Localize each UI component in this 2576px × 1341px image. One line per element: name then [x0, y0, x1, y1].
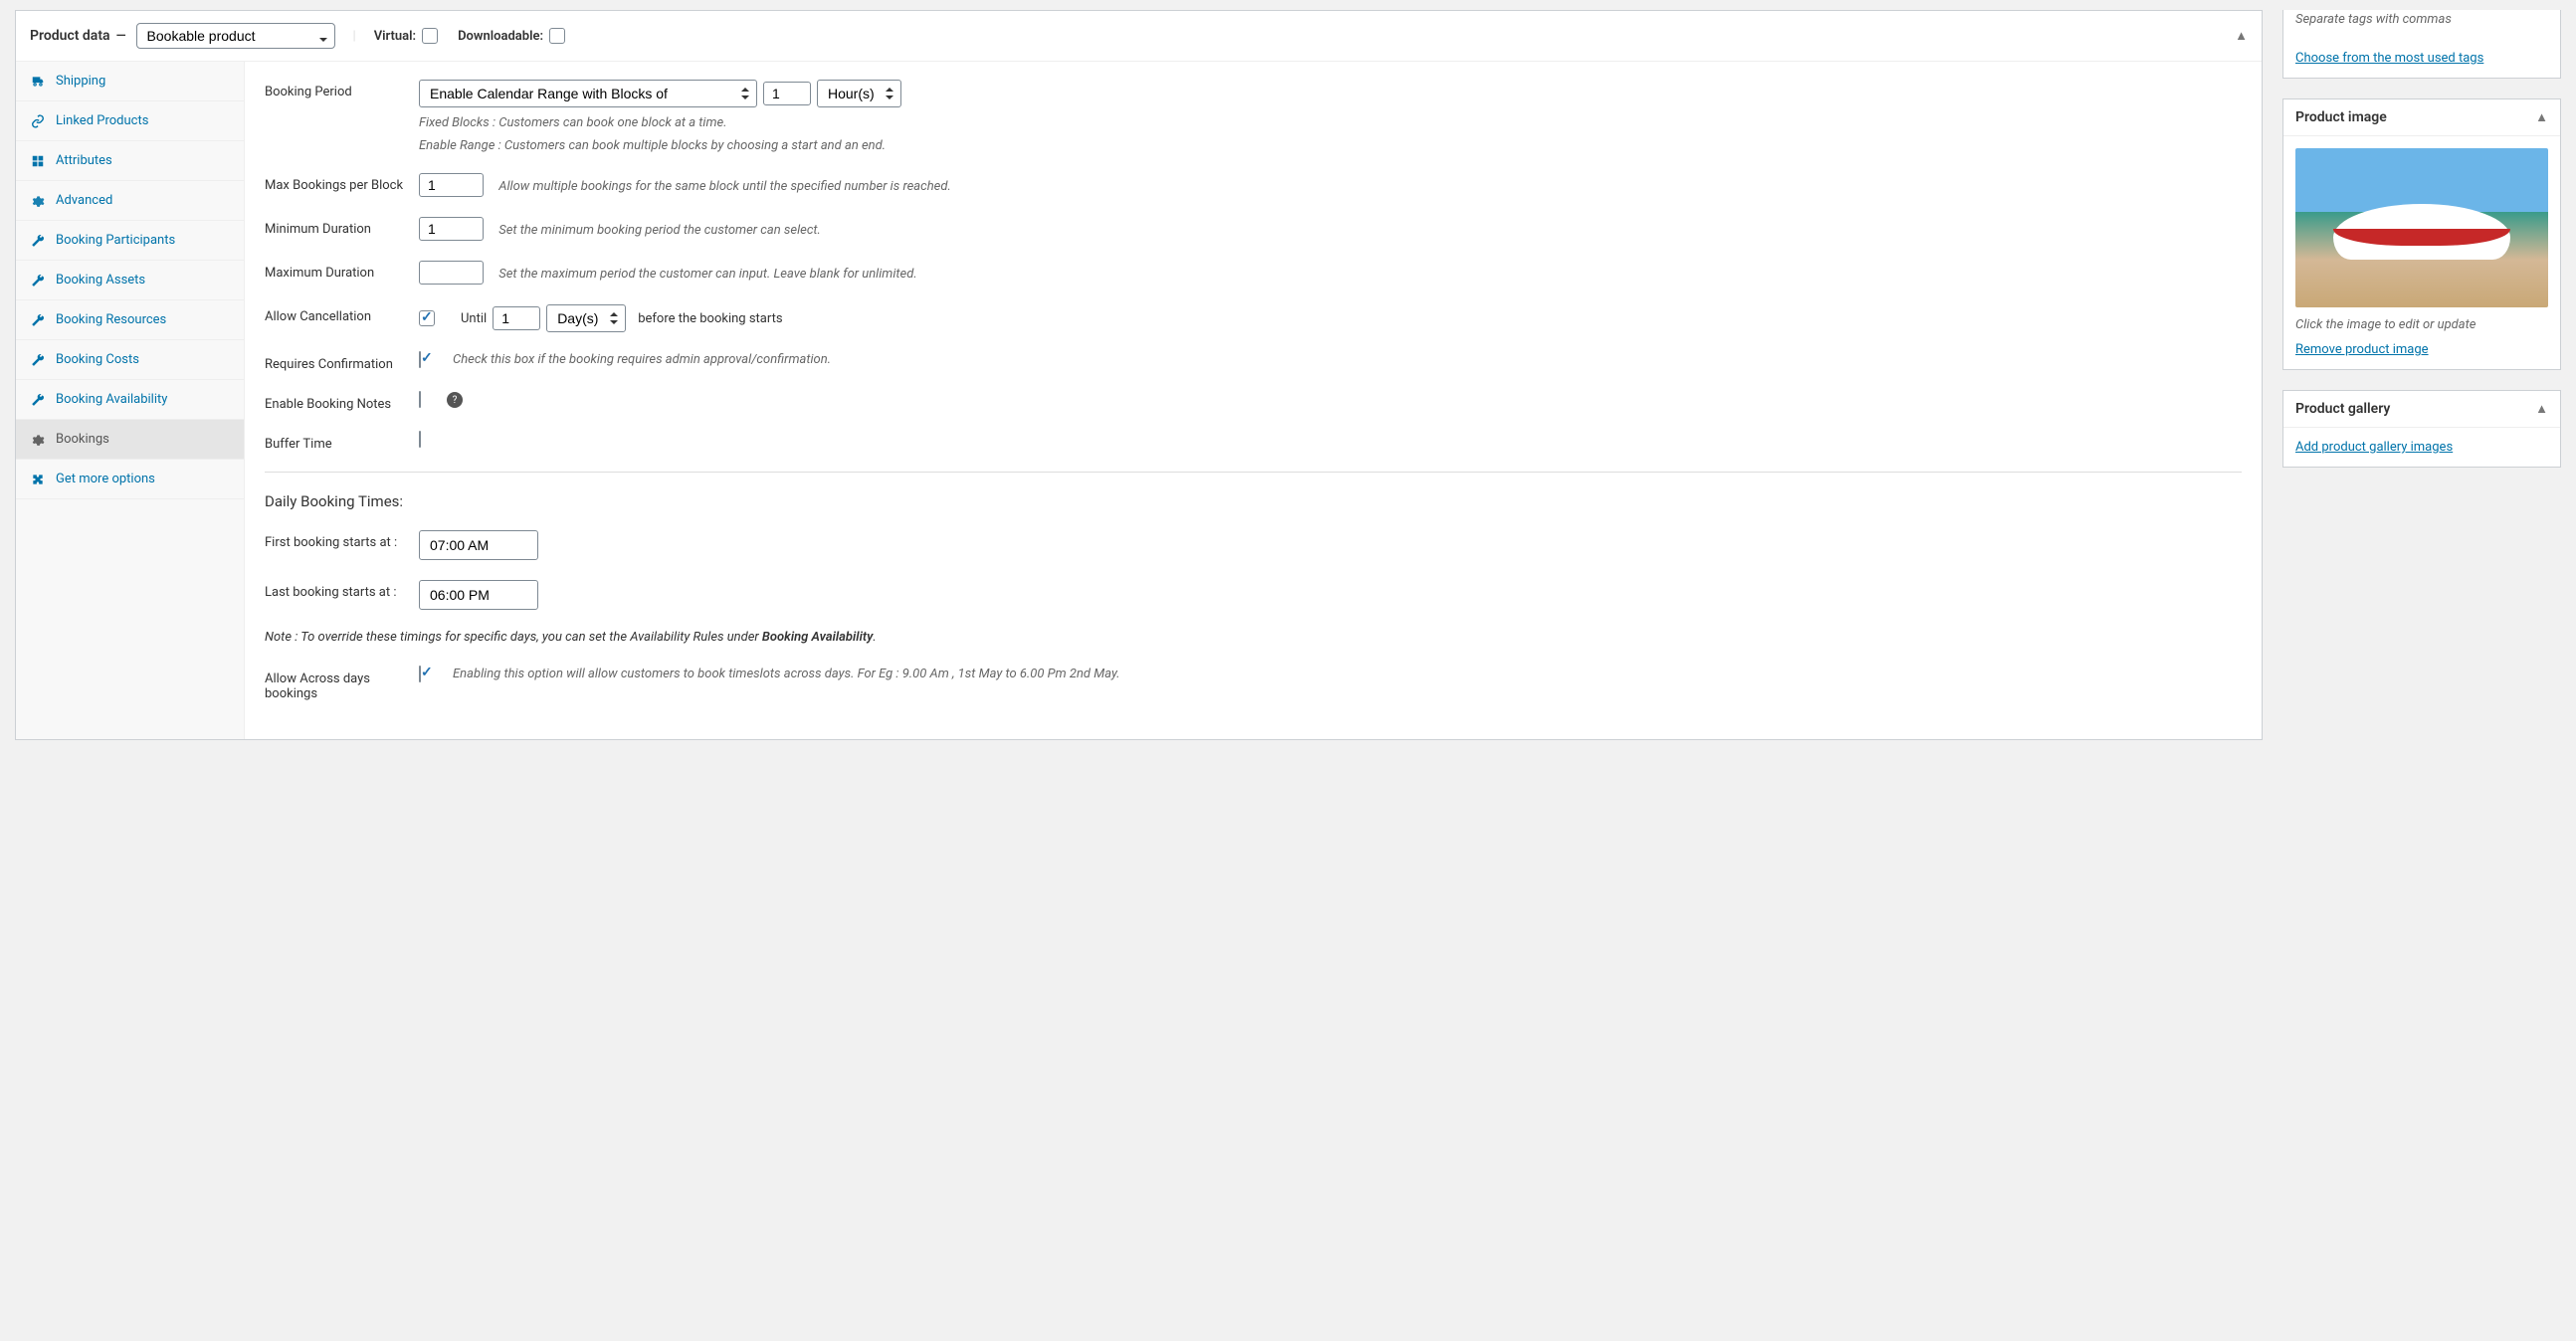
downloadable-checkbox[interactable] — [549, 28, 565, 44]
max-duration-input[interactable] — [419, 261, 484, 285]
tab-label: Booking Availability — [56, 392, 167, 407]
requires-confirm-label: Requires Confirmation — [265, 352, 419, 372]
gear-icon — [30, 194, 46, 208]
requires-confirm-checkbox[interactable] — [419, 351, 421, 368]
tab-label: Get more options — [56, 472, 155, 486]
grid-icon — [30, 154, 46, 168]
booking-period-select[interactable]: Enable Calendar Range with Blocks of — [419, 80, 757, 107]
tab-content-bookings: Booking Period Enable Calendar Range wit… — [245, 62, 2262, 739]
tab-label: Attributes — [56, 153, 112, 168]
max-duration-label: Maximum Duration — [265, 261, 419, 281]
wrench-icon — [30, 313, 46, 327]
tab-booking-participants[interactable]: Booking Participants — [16, 221, 244, 261]
tab-label: Booking Participants — [56, 233, 175, 248]
wrench-icon — [30, 393, 46, 407]
booking-period-unit-select[interactable]: Hour(s) — [817, 80, 901, 107]
buffer-time-label: Buffer Time — [265, 432, 419, 452]
max-bookings-label: Max Bookings per Block — [265, 173, 419, 193]
panel-collapse-icon[interactable]: ▲ — [2235, 28, 2248, 44]
collapse-icon[interactable]: ▲ — [2535, 109, 2548, 125]
allow-cancel-checkbox[interactable] — [419, 310, 435, 326]
help-text: Set the minimum booking period the custo… — [498, 223, 821, 238]
help-text: Enabling this option will allow customer… — [453, 667, 1120, 681]
image-hint: Click the image to edit or update — [2295, 317, 2548, 332]
max-bookings-input[interactable] — [419, 173, 484, 197]
help-text: Check this box if the booking requires a… — [453, 352, 831, 367]
first-booking-label: First booking starts at : — [265, 530, 419, 550]
product-data-panel: Product data — Bookable product | Virtua… — [15, 10, 2263, 740]
divider — [265, 472, 2242, 473]
product-tabs: Shipping Linked Products Attributes Advance… — [16, 62, 245, 739]
add-gallery-link[interactable]: Add product gallery images — [2295, 440, 2453, 455]
panel-header: Product data — Bookable product | Virtua… — [16, 11, 2262, 62]
cancel-value-input[interactable] — [493, 306, 540, 330]
help-text: Enable Range : Customers can book multip… — [419, 138, 2242, 153]
tab-label: Advanced — [56, 193, 112, 208]
collapse-icon[interactable]: ▲ — [2535, 401, 2548, 417]
virtual-label: Virtual: — [374, 29, 416, 44]
help-icon[interactable]: ? — [447, 392, 463, 408]
help-text: Fixed Blocks : Customers can book one bl… — [419, 115, 2242, 130]
product-gallery-title: Product gallery — [2295, 401, 2390, 417]
enable-notes-label: Enable Booking Notes — [265, 392, 419, 412]
tab-label: Bookings — [56, 432, 109, 447]
product-gallery-box: Product gallery ▲ Add product gallery im… — [2282, 390, 2561, 468]
tags-hint: Separate tags with commas — [2283, 10, 2560, 39]
product-image-title: Product image — [2295, 109, 2387, 125]
last-booking-label: Last booking starts at : — [265, 580, 419, 600]
product-type-select[interactable]: Bookable product — [136, 23, 335, 49]
wrench-icon — [30, 353, 46, 367]
tab-booking-assets[interactable]: Booking Assets — [16, 261, 244, 300]
link-icon — [30, 114, 46, 128]
last-booking-input[interactable] — [419, 580, 538, 610]
tab-label: Linked Products — [56, 113, 148, 128]
tab-attributes[interactable]: Attributes — [16, 141, 244, 181]
min-duration-input[interactable] — [419, 217, 484, 241]
override-note: Note : To override these timings for spe… — [265, 630, 2242, 645]
enable-notes-checkbox[interactable] — [419, 391, 421, 408]
puzzle-icon — [30, 473, 46, 486]
virtual-checkbox[interactable] — [422, 28, 438, 44]
first-booking-input[interactable] — [419, 530, 538, 560]
gear-icon — [30, 433, 46, 447]
tab-label: Booking Costs — [56, 352, 139, 367]
tab-booking-availability[interactable]: Booking Availability — [16, 380, 244, 420]
booking-period-label: Booking Period — [265, 80, 419, 99]
tab-shipping[interactable]: Shipping — [16, 62, 244, 101]
tab-bookings[interactable]: Bookings — [16, 420, 244, 460]
panel-title: Product data — [30, 28, 110, 44]
tags-box: Separate tags with commas Choose from th… — [2282, 10, 2561, 79]
product-image-box: Product image ▲ Click the image to edit … — [2282, 98, 2561, 370]
tab-booking-resources[interactable]: Booking Resources — [16, 300, 244, 340]
truck-icon — [30, 75, 46, 89]
downloadable-label: Downloadable: — [458, 29, 543, 44]
remove-image-link[interactable]: Remove product image — [2295, 342, 2429, 357]
min-duration-label: Minimum Duration — [265, 217, 419, 237]
choose-tags-link[interactable]: Choose from the most used tags — [2295, 51, 2483, 66]
across-days-checkbox[interactable] — [419, 666, 421, 682]
cancel-unit-select[interactable]: Day(s) — [546, 304, 626, 332]
help-text: Allow multiple bookings for the same blo… — [498, 179, 951, 194]
tab-advanced[interactable]: Advanced — [16, 181, 244, 221]
tab-linked-products[interactable]: Linked Products — [16, 101, 244, 141]
booking-period-qty-input[interactable] — [763, 82, 811, 105]
across-days-label: Allow Across days bookings — [265, 667, 419, 701]
wrench-icon — [30, 274, 46, 287]
tab-label: Booking Assets — [56, 273, 145, 287]
wrench-icon — [30, 234, 46, 248]
tab-booking-costs[interactable]: Booking Costs — [16, 340, 244, 380]
allow-cancel-label: Allow Cancellation — [265, 304, 419, 324]
tab-get-more-options[interactable]: Get more options — [16, 460, 244, 499]
tab-label: Shipping — [56, 74, 105, 89]
tab-label: Booking Resources — [56, 312, 166, 327]
buffer-time-checkbox[interactable] — [419, 431, 421, 448]
help-text: Set the maximum period the customer can … — [498, 267, 916, 282]
product-image-thumbnail[interactable] — [2295, 148, 2548, 307]
daily-times-title: Daily Booking Times: — [265, 492, 2242, 510]
